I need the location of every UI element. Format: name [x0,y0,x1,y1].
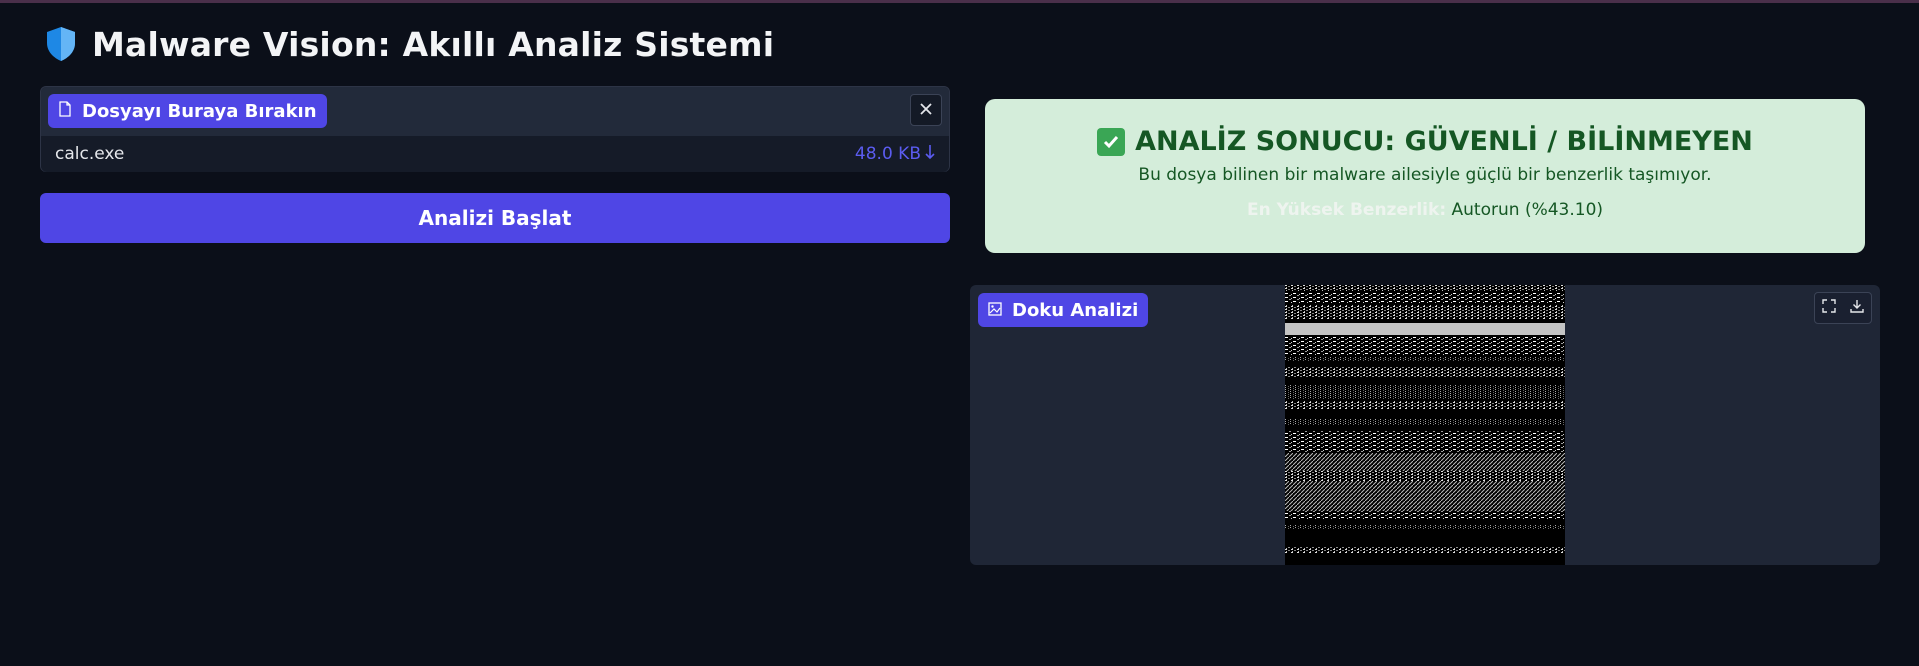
texture-image [1285,285,1565,565]
clear-file-button[interactable] [910,94,942,126]
page-title: Malware Vision: Akıllı Analiz Sistemi [92,24,775,64]
similarity-label: En Yüksek Benzerlik: [1246,200,1447,220]
top-border [0,0,1919,3]
fullscreen-icon [1822,298,1836,317]
download-image-button[interactable] [1843,293,1871,321]
page-header: Malware Vision: Akıllı Analiz Sistemi [44,22,774,66]
image-icon [988,300,1002,321]
file-name: calc.exe [55,144,125,164]
image-toolbar [1814,292,1872,324]
texture-label: Doku Analizi [1012,299,1139,321]
file-icon [58,100,72,122]
upload-label: Dosyayı Buraya Bırakın [82,100,317,122]
texture-label-badge: Doku Analizi [978,293,1149,327]
shield-icon [44,25,78,63]
analysis-result-card: ANALİZ SONUCU: GÜVENLİ / BİLİNMEYEN Bu d… [985,99,1865,253]
upload-label-badge: Dosyayı Buraya Bırakın [48,94,327,128]
download-arrow-icon [925,144,935,165]
uploaded-file-row: calc.exe 48.0 KB [41,136,949,172]
file-size: 48.0 KB [854,144,921,164]
start-analysis-button[interactable]: Analizi Başlat [40,193,950,243]
texture-analysis-panel: Doku Analizi [970,285,1880,565]
result-title-row: ANALİZ SONUCU: GÜVENLİ / BİLİNMEYEN [985,126,1865,157]
similarity-value: Autorun (%43.10) [1451,200,1604,220]
file-download-link[interactable]: 48.0 KB [855,144,935,165]
result-description: Bu dosya bilinen bir malware ailesiyle g… [1138,165,1712,185]
close-icon [919,101,933,120]
file-upload-panel[interactable]: Dosyayı Buraya Bırakın calc.exe 48.0 KB [40,86,950,172]
similarity-line: En Yüksek Benzerlik: Autorun (%43.10) [985,200,1865,220]
result-title: ANALİZ SONUCU: GÜVENLİ / BİLİNMEYEN [1135,126,1753,157]
check-icon [1097,127,1126,156]
download-icon [1850,298,1864,317]
fullscreen-button[interactable] [1815,293,1843,321]
